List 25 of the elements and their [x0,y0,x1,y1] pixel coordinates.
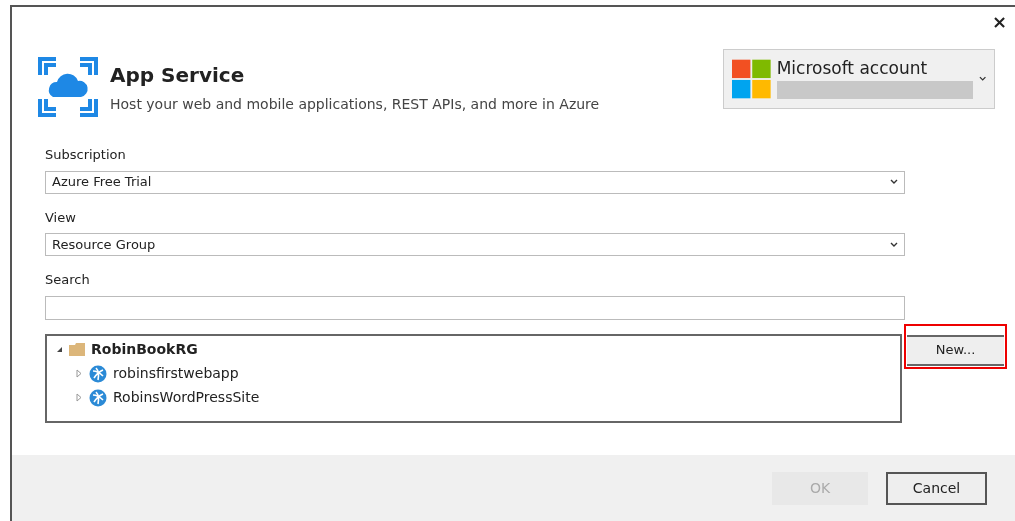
field-label: View [45,208,77,227]
field-label: Subscription [45,146,127,164]
folder-icon [69,343,85,356]
tree-item[interactable]: RobinBookRG [91,339,198,360]
logo-icon [732,58,771,100]
dialog-subtitle: Host your web and mobile applications, REST APIs, and more in Azure [110,94,600,114]
chevron-down-icon [890,241,898,248]
chevron-down-icon [978,76,986,82]
dropdown[interactable]: Azure Free Trial [45,170,905,194]
chevron-down-icon [890,179,898,185]
search-field[interactable] [45,295,905,320]
account-selector[interactable]: Microsoft account [723,49,995,109]
cloud-app-icon [38,57,98,117]
field-label: Search [45,271,91,289]
expanded-triangle-icon[interactable] [55,346,63,353]
dialog-title: App Service [110,61,246,89]
account-label: Microsoft account [776,59,929,77]
new-button[interactable]: New... [907,334,1004,366]
close-button[interactable]: × [991,13,1007,37]
collapsed-triangle-icon[interactable] [76,369,82,378]
dialog-button[interactable]: Cancel [886,471,987,505]
collapsed-triangle-icon[interactable] [76,393,82,402]
tree-item[interactable]: RobinsWordPressSite [113,387,260,408]
tree-item[interactable]: robinsfirstwebapp [113,363,239,384]
dropdown[interactable]: Resource Group [45,233,905,256]
